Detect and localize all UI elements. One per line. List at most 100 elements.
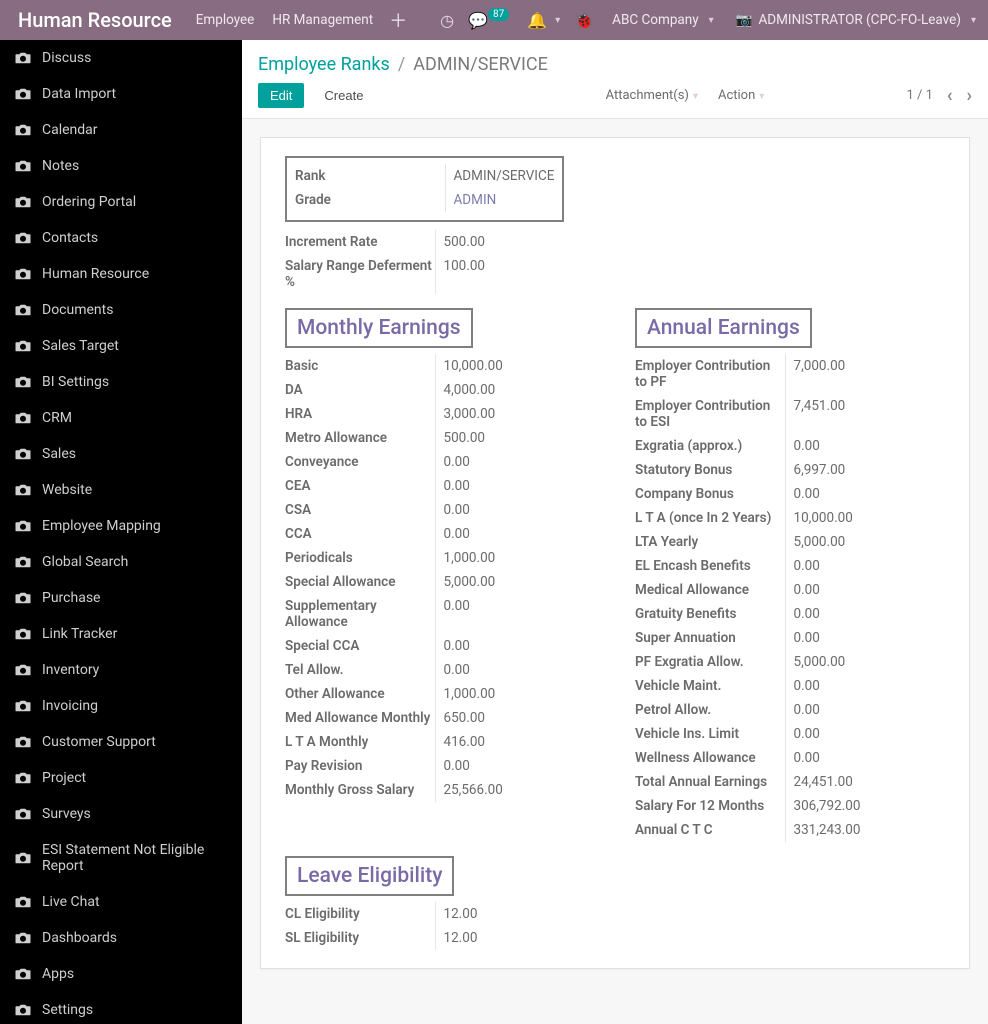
field-label: CL Eligibility <box>285 902 435 926</box>
field-label: Medical Allowance <box>635 578 785 602</box>
breadcrumb: Employee Ranks / ADMIN/SERVICE <box>258 54 972 75</box>
action-menu[interactable]: Action <box>718 88 764 103</box>
company-switcher[interactable]: ABC Company <box>608 12 717 28</box>
bug-icon[interactable]: 🐞 <box>574 11 594 30</box>
sidebar-item[interactable]: Human Resource <box>0 256 242 292</box>
sidebar-item[interactable]: Documents <box>0 292 242 328</box>
sidebar-item[interactable]: Sales <box>0 436 242 472</box>
field-label: Tel Allow. <box>285 658 435 682</box>
field-value: 331,243.00 <box>785 818 945 842</box>
field-label: Monthly Gross Salary <box>285 778 435 802</box>
field-value: 0.00 <box>785 698 945 722</box>
attachments-menu[interactable]: Attachment(s) <box>606 88 698 103</box>
grade-value[interactable]: ADMIN <box>454 192 497 208</box>
field-label: Wellness Allowance <box>635 746 785 770</box>
app-icon <box>14 411 32 425</box>
app-icon <box>14 931 32 945</box>
field-label: Salary For 12 Months <box>635 794 785 818</box>
sidebar-item[interactable]: Contacts <box>0 220 242 256</box>
field-value: 5,000.00 <box>785 650 945 674</box>
sidebar-item[interactable]: Global Search <box>0 544 242 580</box>
sidebar-item[interactable]: CRM <box>0 400 242 436</box>
sidebar-item[interactable]: Link Tracker <box>0 616 242 652</box>
monthly-earnings-table: Basic10,000.00DA4,000.00HRA3,000.00Metro… <box>285 354 595 802</box>
field-label: HRA <box>285 402 435 426</box>
sidebar-item-label: Purchase <box>42 590 100 606</box>
messages-icon[interactable]: 💬87 <box>468 11 513 30</box>
rank-value: ADMIN/SERVICE <box>445 164 554 188</box>
sidebar-item-label: Notes <box>42 158 79 174</box>
pager[interactable]: 1 / 1 <box>906 88 932 103</box>
leave-eligibility-table: CL Eligibility12.00SL Eligibility12.00 <box>285 902 595 950</box>
sidebar-item[interactable]: Invoicing <box>0 688 242 724</box>
sidebar-item[interactable]: Apps <box>0 956 242 992</box>
field-label: Annual C T C <box>635 818 785 842</box>
next-record-icon[interactable]: › <box>967 85 972 106</box>
sidebar-item[interactable]: Inventory <box>0 652 242 688</box>
sidebar-item[interactable]: Dashboards <box>0 920 242 956</box>
sidebar-item[interactable]: Discuss <box>0 40 242 76</box>
field-value: 306,792.00 <box>785 794 945 818</box>
field-value: 0.00 <box>435 754 595 778</box>
sidebar-item-label: Discuss <box>42 50 91 66</box>
field-label: Special CCA <box>285 634 435 658</box>
annual-earnings-table: Employer Contribution to PF7,000.00Emplo… <box>635 354 945 842</box>
sidebar-item[interactable]: Website <box>0 472 242 508</box>
app-icon <box>14 483 32 497</box>
sidebar-item-label: Sales <box>42 446 76 462</box>
sidebar-item-label: Link Tracker <box>42 626 117 642</box>
menu-hr-management[interactable]: HR Management <box>270 8 375 32</box>
sidebar-item[interactable]: Purchase <box>0 580 242 616</box>
breadcrumb-root[interactable]: Employee Ranks <box>258 54 390 75</box>
sidebar-item[interactable]: Calendar <box>0 112 242 148</box>
field-label: L T A (once In 2 Years) <box>635 506 785 530</box>
app-brand[interactable]: Human Resource <box>8 8 182 32</box>
sidebar-item[interactable]: ESI Statement Not Eligible Report <box>0 832 242 884</box>
sidebar-item[interactable]: Settings <box>0 992 242 1024</box>
sidebar-item-label: Contacts <box>42 230 98 246</box>
create-button[interactable]: Create <box>314 84 373 107</box>
edit-button[interactable]: Edit <box>258 83 304 108</box>
app-icon <box>14 807 32 821</box>
field-value: 3,000.00 <box>435 402 595 426</box>
field-value: 0.00 <box>435 450 595 474</box>
sidebar-item-label: CRM <box>42 410 72 426</box>
add-menu-icon[interactable]: ＋ <box>389 7 407 33</box>
field-label: EL Encash Benefits <box>635 554 785 578</box>
sidebar-item[interactable]: BI Settings <box>0 364 242 400</box>
app-icon <box>14 591 32 605</box>
deferment-label: Salary Range Deferment % <box>285 254 435 294</box>
field-value: 24,451.00 <box>785 770 945 794</box>
field-label: Statutory Bonus <box>635 458 785 482</box>
sidebar-item[interactable]: Sales Target <box>0 328 242 364</box>
app-icon <box>14 627 32 641</box>
prev-record-icon[interactable]: ‹ <box>947 85 953 106</box>
sidebar-item[interactable]: Customer Support <box>0 724 242 760</box>
notifications-icon[interactable]: 🔔 <box>527 11 560 30</box>
sidebar-item-label: Employee Mapping <box>42 518 161 534</box>
field-value: 0.00 <box>785 434 945 458</box>
field-label: Gratuity Benefits <box>635 602 785 626</box>
field-label: Basic <box>285 354 435 378</box>
sidebar-item[interactable]: Live Chat <box>0 884 242 920</box>
field-label: Pay Revision <box>285 754 435 778</box>
menu-employee[interactable]: Employee <box>194 8 257 32</box>
grade-label: Grade <box>295 188 445 212</box>
sidebar-item-label: ESI Statement Not Eligible Report <box>42 842 228 874</box>
app-icon <box>14 519 32 533</box>
clock-icon[interactable]: ◷ <box>440 11 454 30</box>
sidebar-item[interactable]: Data Import <box>0 76 242 112</box>
app-icon <box>14 303 32 317</box>
rank-grade-box: Rank ADMIN/SERVICE Grade ADMIN <box>285 156 564 222</box>
breadcrumb-current: ADMIN/SERVICE <box>413 54 548 75</box>
user-menu[interactable]: 📷 ADMINISTRATOR (CPC-FO-Leave) <box>732 12 980 28</box>
app-icon <box>14 51 32 65</box>
field-value: 0.00 <box>785 482 945 506</box>
sidebar-item[interactable]: Ordering Portal <box>0 184 242 220</box>
field-label: Vehicle Maint. <box>635 674 785 698</box>
sidebar-item[interactable]: Surveys <box>0 796 242 832</box>
sidebar-item[interactable]: Project <box>0 760 242 796</box>
sidebar-item[interactable]: Employee Mapping <box>0 508 242 544</box>
sidebar-item[interactable]: Notes <box>0 148 242 184</box>
app-icon <box>14 967 32 981</box>
